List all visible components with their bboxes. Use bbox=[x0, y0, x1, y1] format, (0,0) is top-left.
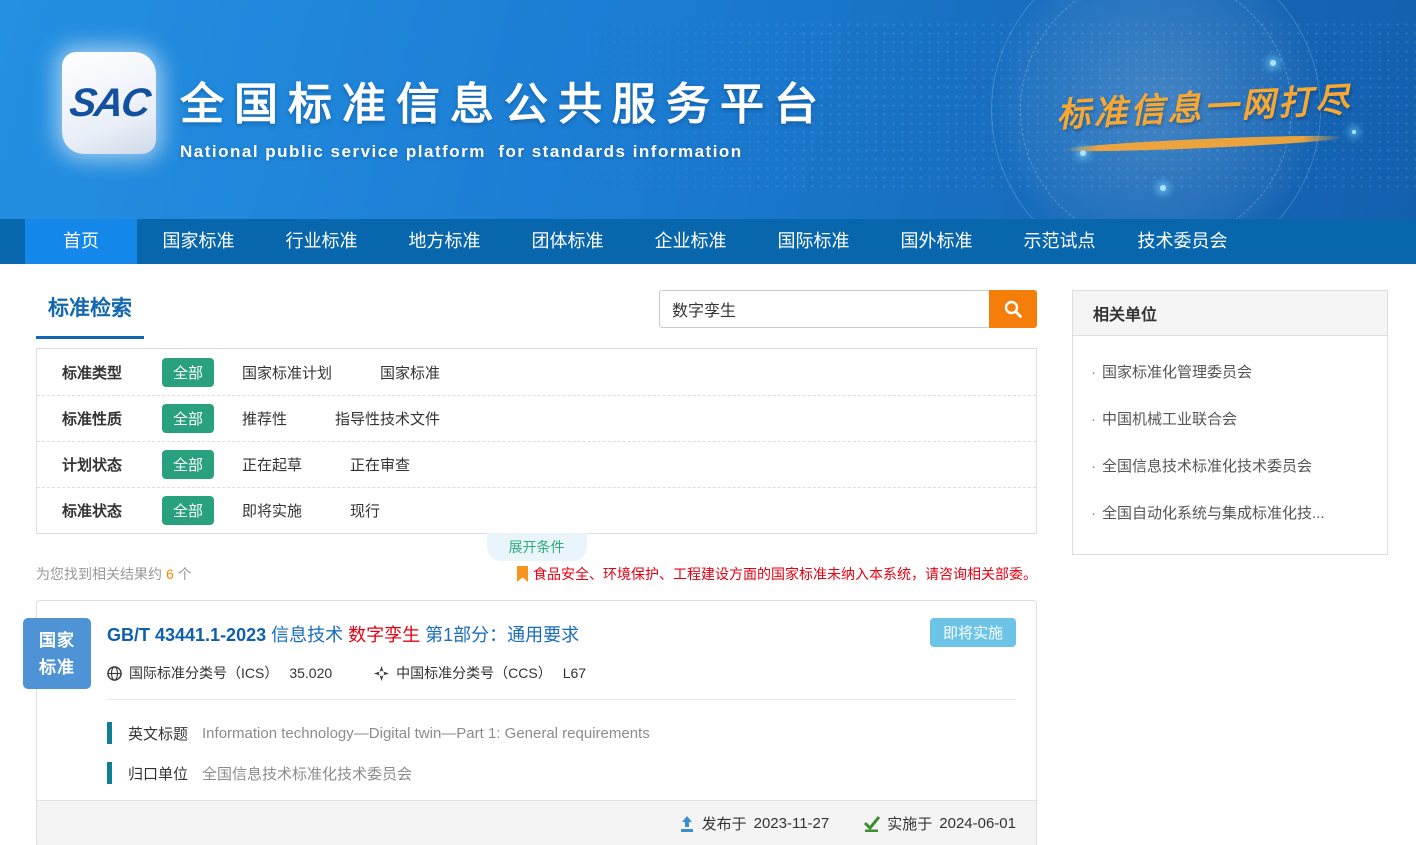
publish-icon bbox=[679, 816, 695, 832]
filter-label: 计划状态 bbox=[62, 454, 162, 475]
result-count-number: 6 bbox=[166, 566, 174, 582]
nav-item-local-standards[interactable]: 地方标准 bbox=[383, 219, 506, 264]
main-nav: 首页 国家标准 行业标准 地方标准 团体标准 企业标准 国际标准 国外标准 示范… bbox=[0, 219, 1416, 264]
implemented-date: 实施于 2024-06-01 bbox=[863, 813, 1016, 834]
english-title-row: 英文标题 Information technology—Digital twin… bbox=[107, 722, 1016, 744]
site-header: SAC 全国标准信息公共服务平台 National public service… bbox=[0, 0, 1416, 219]
related-units-title: 相关单位 bbox=[1073, 291, 1387, 336]
filter-row-plan-status: 计划状态 全部 正在起草 正在审查 bbox=[37, 441, 1036, 487]
search-icon bbox=[1003, 299, 1023, 319]
nav-item-technical-committee[interactable]: 技术委员会 bbox=[1121, 219, 1244, 264]
slogan-brush-stroke bbox=[1064, 133, 1344, 154]
related-unit-link[interactable]: ·全国自动化系统与集成标准化技... bbox=[1091, 489, 1369, 536]
result-count: 为您找到相关结果约6个 bbox=[36, 564, 192, 584]
filter-label: 标准类型 bbox=[62, 362, 162, 383]
nav-item-industry-standards[interactable]: 行业标准 bbox=[260, 219, 383, 264]
related-unit-link[interactable]: ·国家标准化管理委员会 bbox=[1091, 348, 1369, 395]
filter-row-standard-nature: 标准性质 全部 推荐性 指导性技术文件 bbox=[37, 395, 1036, 441]
filter-option[interactable]: 指导性技术文件 bbox=[335, 408, 440, 429]
filter-option[interactable]: 国家标准计划 bbox=[242, 362, 332, 383]
row-marker bbox=[107, 722, 112, 744]
ccs-classification: 中国标准分类号（CCS） L67 bbox=[374, 663, 586, 683]
filter-option[interactable]: 推荐性 bbox=[242, 408, 287, 429]
standard-title[interactable]: GB/T 43441.1-2023 信息技术 数字孪生 第1部分：通用要求 即将… bbox=[107, 621, 1016, 647]
status-badge: 即将实施 bbox=[930, 618, 1016, 647]
standard-type-badge: 国家 标准 bbox=[23, 618, 91, 689]
nav-item-pilot[interactable]: 示范试点 bbox=[998, 219, 1121, 264]
filter-all-button[interactable]: 全部 bbox=[162, 496, 214, 525]
related-units-panel: 相关单位 ·国家标准化管理委员会 ·中国机械工业联合会 ·全国信息技术标准化技术… bbox=[1072, 290, 1388, 555]
filter-row-standard-status: 标准状态 全部 即将实施 现行 bbox=[37, 487, 1036, 533]
sac-logo[interactable]: SAC bbox=[62, 52, 156, 154]
system-notice: 食品安全、环境保护、工程建设方面的国家标准未纳入本系统，请咨询相关部委。 bbox=[517, 564, 1037, 584]
filter-option[interactable]: 正在起草 bbox=[242, 454, 302, 475]
result-card: 国家 标准 GB/T 43441.1-2023 信息技术 数字孪生 第1部分：通… bbox=[36, 600, 1037, 845]
related-unit-link[interactable]: ·全国信息技术标准化技术委员会 bbox=[1091, 442, 1369, 489]
header-slogan: 标准信息一网打尽 bbox=[1054, 80, 1354, 148]
filter-all-button[interactable]: 全部 bbox=[162, 450, 214, 479]
filter-option[interactable]: 正在审查 bbox=[350, 454, 410, 475]
standard-code-link[interactable]: GB/T 43441.1-2023 bbox=[107, 625, 266, 645]
committee-row: 归口单位 全国信息技术标准化技术委员会 bbox=[107, 762, 1016, 784]
nav-item-group-standards[interactable]: 团体标准 bbox=[506, 219, 629, 264]
globe-icon bbox=[107, 666, 122, 681]
page-title: 标准检索 bbox=[36, 290, 144, 339]
nav-item-international-standards[interactable]: 国际标准 bbox=[752, 219, 875, 264]
row-marker bbox=[107, 762, 112, 784]
published-date: 发布于 2023-11-27 bbox=[679, 813, 830, 834]
site-title: 全国标准信息公共服务平台 bbox=[180, 68, 828, 132]
search-button[interactable] bbox=[989, 290, 1037, 328]
card-footer: 发布于 2023-11-27 实施于 2024-06-01 bbox=[37, 800, 1036, 845]
slogan-text: 标准信息一网打尽 bbox=[1053, 72, 1355, 137]
bookmark-icon bbox=[517, 566, 528, 582]
search-input[interactable] bbox=[659, 290, 989, 328]
filter-label: 标准状态 bbox=[62, 500, 162, 521]
nav-item-enterprise-standards[interactable]: 企业标准 bbox=[629, 219, 752, 264]
filter-panel: 标准类型 全部 国家标准计划 国家标准 标准性质 全部 推荐性 指导性技术文件 … bbox=[36, 348, 1037, 534]
filter-option[interactable]: 国家标准 bbox=[380, 362, 440, 383]
filter-label: 标准性质 bbox=[62, 408, 162, 429]
sac-logo-text: SAC bbox=[67, 81, 152, 126]
nav-item-foreign-standards[interactable]: 国外标准 bbox=[875, 219, 998, 264]
filter-option[interactable]: 现行 bbox=[350, 500, 380, 521]
filter-option[interactable]: 即将实施 bbox=[242, 500, 302, 521]
check-icon bbox=[863, 816, 880, 832]
related-unit-link[interactable]: ·中国机械工业联合会 bbox=[1091, 395, 1369, 442]
site-subtitle: National public service platform for sta… bbox=[180, 142, 828, 162]
compass-icon bbox=[374, 666, 389, 681]
nav-item-national-standards[interactable]: 国家标准 bbox=[137, 219, 260, 264]
filter-all-button[interactable]: 全部 bbox=[162, 358, 214, 387]
expand-conditions-button[interactable]: 展开条件 bbox=[487, 533, 587, 561]
filter-row-standard-type: 标准类型 全部 国家标准计划 国家标准 bbox=[37, 349, 1036, 395]
nav-item-home[interactable]: 首页 bbox=[25, 219, 137, 264]
search-term-highlight[interactable]: 数字孪生 bbox=[348, 625, 420, 645]
ics-classification: 国际标准分类号（ICS） 35.020 bbox=[107, 663, 332, 683]
filter-all-button[interactable]: 全部 bbox=[162, 404, 214, 433]
